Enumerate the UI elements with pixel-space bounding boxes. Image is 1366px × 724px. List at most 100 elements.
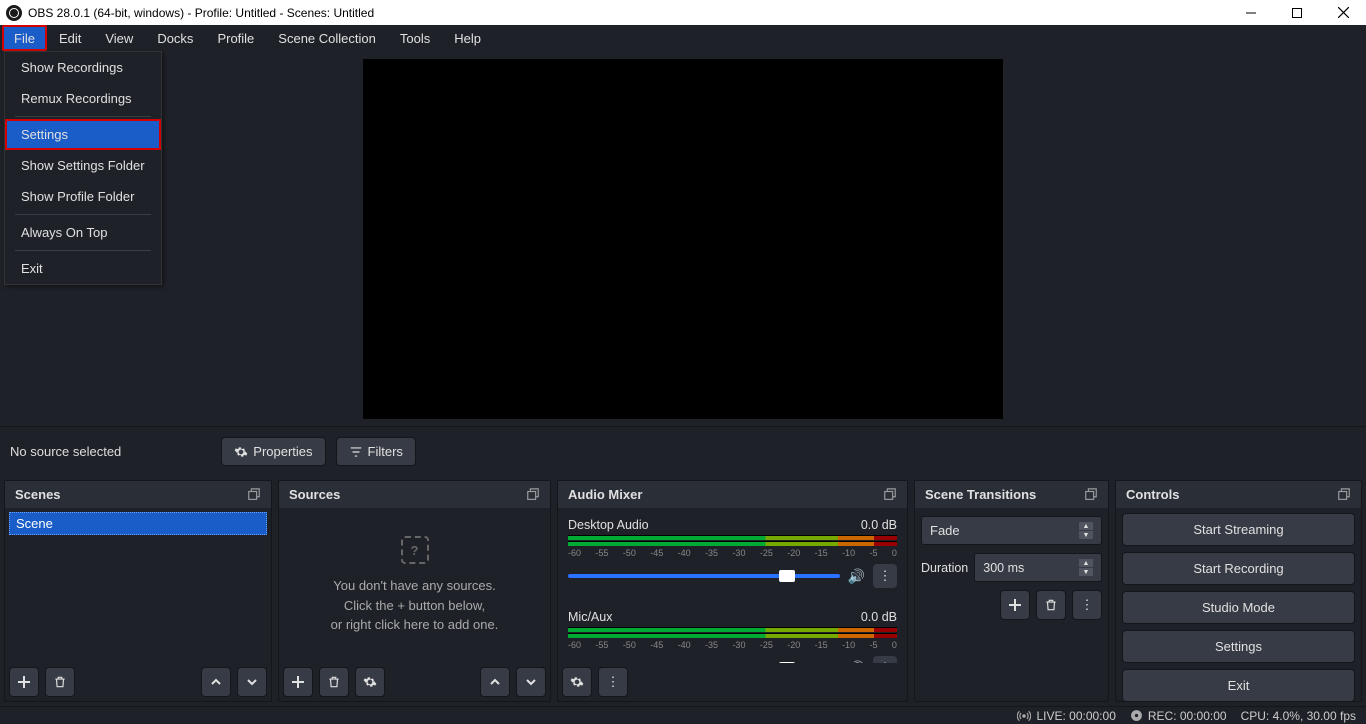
popout-icon[interactable] [526, 488, 540, 502]
transitions-panel: Scene Transitions Fade ▲▼ Duration 300 m… [914, 480, 1109, 702]
filter-icon [349, 445, 363, 459]
transitions-header: Scene Transitions [915, 481, 1108, 508]
audio-options-button[interactable]: ⋮ [873, 564, 897, 588]
settings-button[interactable]: Settings [1122, 630, 1355, 663]
scenes-header: Scenes [5, 481, 271, 508]
remove-transition-button[interactable] [1036, 590, 1066, 620]
properties-label: Properties [253, 444, 312, 459]
source-properties-button[interactable] [355, 667, 385, 697]
sources-panel: Sources ? You don't have any sources. Cl… [278, 480, 551, 702]
sources-header: Sources [279, 481, 550, 508]
popout-icon[interactable] [247, 488, 261, 502]
live-text: LIVE: 00:00:00 [1036, 709, 1115, 723]
menu-scene-collection[interactable]: Scene Collection [266, 25, 388, 51]
popout-icon[interactable] [1084, 488, 1098, 502]
filters-label: Filters [368, 444, 403, 459]
menu-view[interactable]: View [93, 25, 145, 51]
close-button[interactable] [1320, 0, 1366, 25]
vu-meter [568, 541, 897, 546]
menubar: File Edit View Docks Profile Scene Colle… [0, 25, 1366, 51]
duration-input[interactable]: 300 ms ▲▼ [974, 553, 1102, 582]
add-source-button[interactable] [283, 667, 313, 697]
preview-area [0, 51, 1366, 426]
transitions-body: Fade ▲▼ Duration 300 ms ▲▼ ⋮ [915, 508, 1108, 701]
popout-icon[interactable] [883, 488, 897, 502]
audio-title: Audio Mixer [568, 487, 642, 502]
window-title: OBS 28.0.1 (64-bit, windows) - Profile: … [28, 6, 374, 20]
vu-ticks: -60-55-50-45-40-35-30-25-20-15-10-50 [568, 640, 897, 650]
question-icon: ? [401, 536, 429, 564]
scenes-title: Scenes [15, 487, 61, 502]
menu-exit[interactable]: Exit [5, 253, 161, 284]
transitions-title: Scene Transitions [925, 487, 1036, 502]
window-controls [1228, 0, 1366, 25]
audio-db: 0.0 dB [861, 518, 897, 532]
menu-show-settings-folder[interactable]: Show Settings Folder [5, 150, 161, 181]
no-source-label: No source selected [10, 444, 121, 459]
start-streaming-button[interactable]: Start Streaming [1122, 513, 1355, 546]
controls-panel: Controls Start Streaming Start Recording… [1115, 480, 1362, 702]
menu-show-profile-folder[interactable]: Show Profile Folder [5, 181, 161, 212]
volume-slider[interactable] [568, 574, 840, 578]
menu-show-recordings[interactable]: Show Recordings [5, 52, 161, 83]
cpu-status: CPU: 4.0%, 30.00 fps [1241, 709, 1356, 723]
add-transition-button[interactable] [1000, 590, 1030, 620]
menu-docks[interactable]: Docks [145, 25, 205, 51]
controls-header: Controls [1116, 481, 1361, 508]
audio-mixer-panel: Audio Mixer Desktop Audio 0.0 dB -60-55-… [557, 480, 908, 702]
disk-icon [1130, 709, 1143, 722]
audio-name: Desktop Audio [568, 518, 649, 532]
move-source-down-button[interactable] [516, 667, 546, 697]
no-sources-line3: or right click here to add one. [331, 615, 499, 635]
scenes-footer [5, 663, 271, 701]
file-menu-dropdown: Show Recordings Remux Recordings Setting… [4, 51, 162, 285]
remove-scene-button[interactable] [45, 667, 75, 697]
menu-remux-recordings[interactable]: Remux Recordings [5, 83, 161, 114]
move-scene-up-button[interactable] [201, 667, 231, 697]
exit-button[interactable]: Exit [1122, 669, 1355, 701]
menu-separator [15, 250, 151, 251]
cpu-text: CPU: 4.0%, 30.00 fps [1241, 709, 1356, 723]
popout-icon[interactable] [1337, 488, 1351, 502]
menu-profile[interactable]: Profile [205, 25, 266, 51]
duration-value: 300 ms [983, 561, 1024, 575]
audio-db: 0.0 dB [861, 610, 897, 624]
transition-select[interactable]: Fade ▲▼ [921, 516, 1102, 545]
studio-mode-button[interactable]: Studio Mode [1122, 591, 1355, 624]
menu-settings[interactable]: Settings [5, 119, 161, 150]
filters-button[interactable]: Filters [336, 437, 416, 466]
menu-separator [15, 214, 151, 215]
statusbar: LIVE: 00:00:00 REC: 00:00:00 CPU: 4.0%, … [0, 706, 1366, 724]
broadcast-icon [1017, 709, 1031, 723]
move-scene-down-button[interactable] [237, 667, 267, 697]
menu-always-on-top[interactable]: Always On Top [5, 217, 161, 248]
scenes-list[interactable]: Scene [5, 508, 271, 663]
sources-list[interactable]: ? You don't have any sources. Click the … [279, 508, 550, 663]
advanced-audio-button[interactable] [562, 667, 592, 697]
obs-logo-icon [6, 5, 22, 21]
record-status: REC: 00:00:00 [1130, 709, 1227, 723]
spinner-icon: ▲▼ [1079, 522, 1093, 539]
menu-edit[interactable]: Edit [47, 25, 93, 51]
audio-menu-button[interactable]: ⋮ [598, 667, 628, 697]
audio-options-button[interactable]: ⋮ [873, 656, 897, 663]
menu-tools[interactable]: Tools [388, 25, 442, 51]
remove-source-button[interactable] [319, 667, 349, 697]
menu-separator [15, 116, 151, 117]
transition-properties-button[interactable]: ⋮ [1072, 590, 1102, 620]
duration-label: Duration [921, 561, 968, 575]
preview-canvas[interactable] [363, 59, 1003, 419]
vu-meter [568, 535, 897, 540]
audio-body: Desktop Audio 0.0 dB -60-55-50-45-40-35-… [558, 508, 907, 663]
start-recording-button[interactable]: Start Recording [1122, 552, 1355, 585]
speaker-icon[interactable]: 🔊 [848, 568, 865, 585]
minimize-button[interactable] [1228, 0, 1274, 25]
maximize-button[interactable] [1274, 0, 1320, 25]
scene-item[interactable]: Scene [9, 512, 267, 535]
add-scene-button[interactable] [9, 667, 39, 697]
menu-file[interactable]: File [2, 25, 47, 51]
menu-help[interactable]: Help [442, 25, 493, 51]
move-source-up-button[interactable] [480, 667, 510, 697]
properties-button[interactable]: Properties [221, 437, 325, 466]
transition-value: Fade [930, 523, 960, 538]
